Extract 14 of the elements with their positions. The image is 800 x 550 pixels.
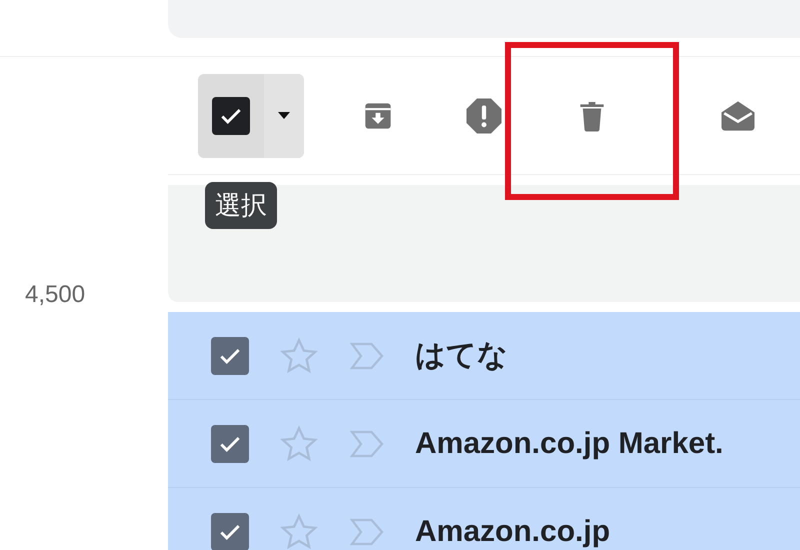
sender-name: Amazon.co.jp	[415, 514, 610, 550]
sender-name: はてな	[415, 338, 508, 374]
checkbox[interactable]	[212, 96, 250, 134]
sender-name: Amazon.co.jp Market.	[415, 426, 724, 462]
star-icon[interactable]	[279, 424, 319, 464]
select-button[interactable]	[198, 74, 304, 158]
checkbox[interactable]	[211, 512, 249, 550]
checkbox[interactable]	[211, 336, 249, 374]
caret-icon	[278, 112, 290, 119]
star-icon[interactable]	[279, 336, 319, 376]
message-count: 4,500	[24, 280, 86, 310]
star-icon[interactable]	[279, 512, 319, 550]
tooltip: 選択	[205, 182, 277, 229]
checkbox[interactable]	[211, 424, 249, 462]
